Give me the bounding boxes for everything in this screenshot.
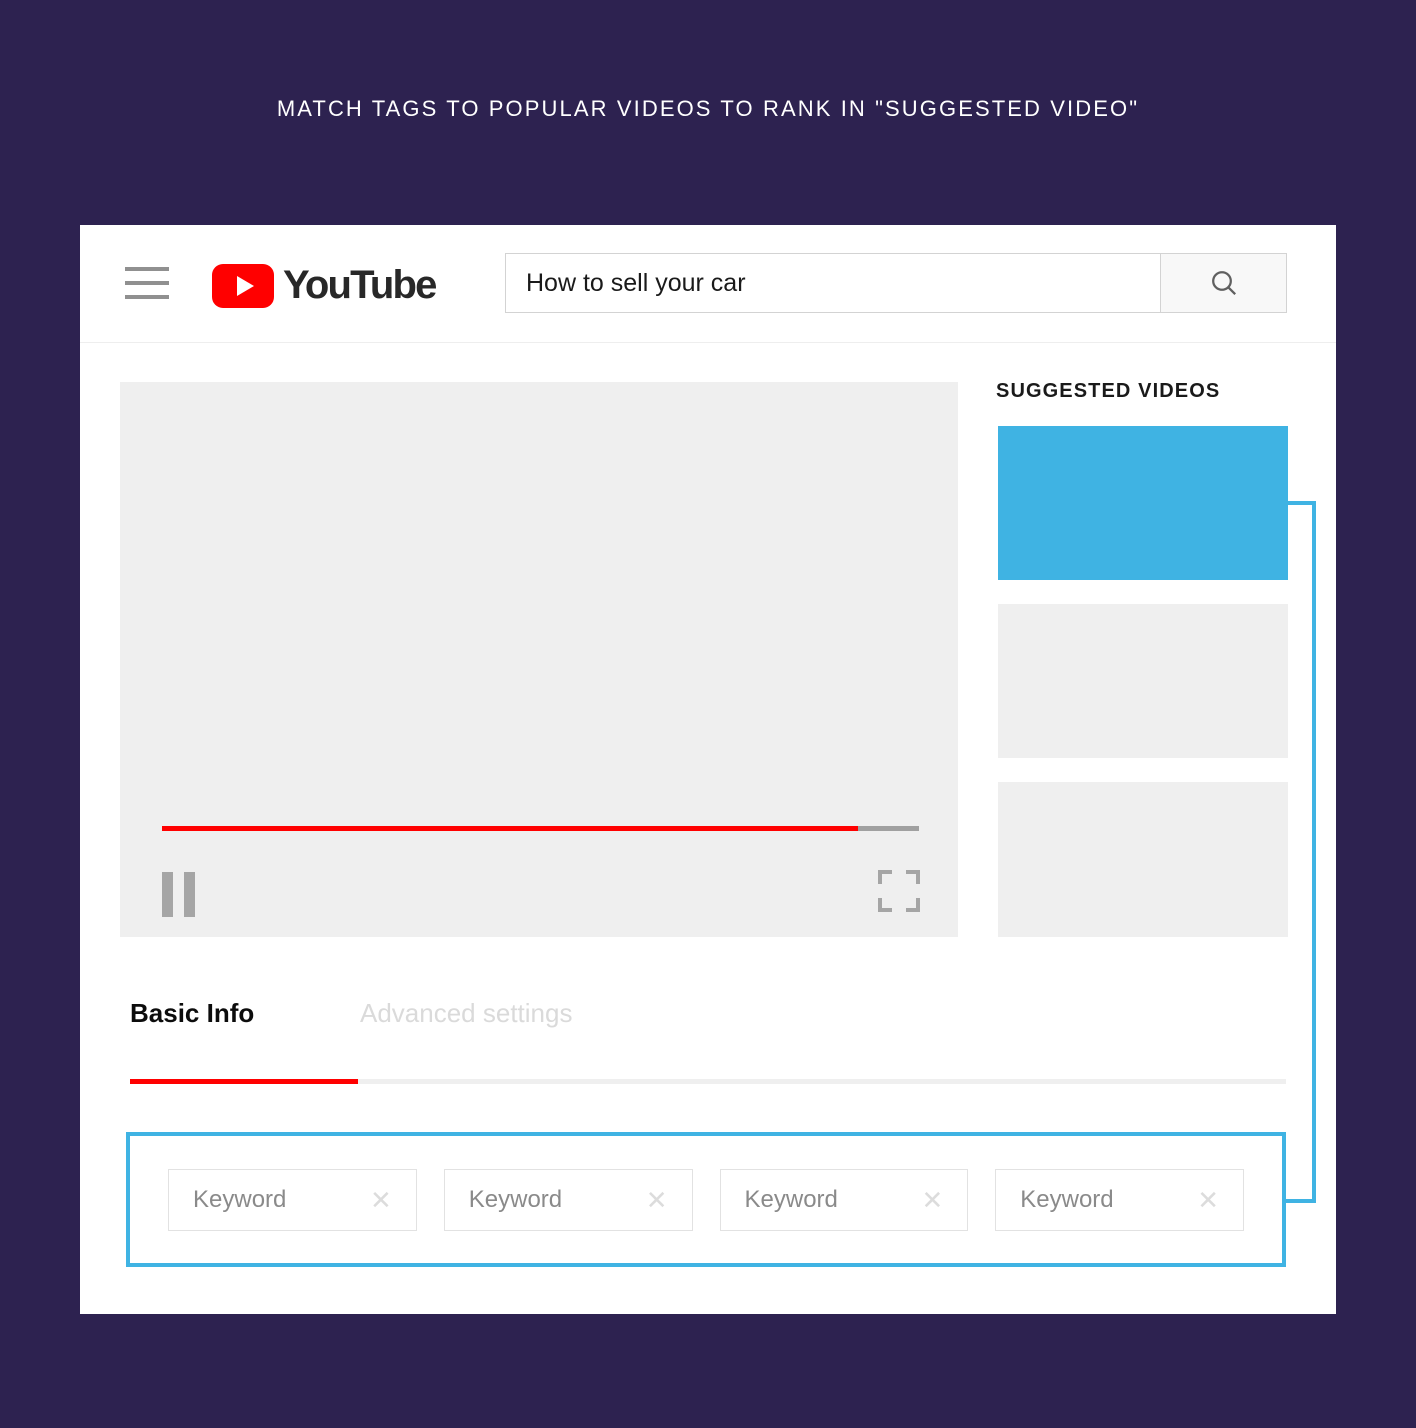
keyword-chip-label: Keyword: [1020, 1185, 1114, 1213]
close-icon[interactable]: ✕: [921, 1187, 943, 1213]
suggested-video-thumbnail[interactable]: [998, 782, 1288, 937]
tab-basic-info[interactable]: Basic Info: [130, 998, 360, 1079]
keyword-chip-label: Keyword: [193, 1185, 287, 1213]
suggested-videos-heading: SUGGESTED VIDEOS: [996, 380, 1221, 402]
youtube-play-icon: [212, 263, 274, 308]
progress-bar-fill: [162, 826, 859, 831]
keyword-chip[interactable]: Keyword ✕: [443, 1168, 693, 1231]
keyword-chip[interactable]: Keyword ✕: [995, 1168, 1244, 1231]
close-icon[interactable]: ✕: [370, 1187, 392, 1213]
app-window: YouTube SUGGESTED VIDEOS: [80, 225, 1336, 1314]
youtube-logo[interactable]: YouTube: [212, 263, 437, 308]
close-icon[interactable]: ✕: [646, 1187, 668, 1213]
tab-active-indicator: [130, 1079, 358, 1084]
keyword-chip[interactable]: Keyword ✕: [168, 1168, 417, 1231]
suggested-video-thumbnail[interactable]: [998, 604, 1288, 758]
fullscreen-corner: [906, 898, 920, 912]
close-icon[interactable]: ✕: [1197, 1187, 1219, 1213]
tab-divider: [130, 1079, 1286, 1084]
progress-bar[interactable]: [162, 826, 919, 831]
search-button[interactable]: [1160, 253, 1287, 313]
page-title: MATCH TAGS TO POPULAR VIDEOS TO RANK IN …: [276, 96, 1140, 121]
youtube-header: YouTube: [80, 225, 1336, 343]
hamburger-bar: [125, 267, 169, 271]
fullscreen-corner: [878, 870, 892, 884]
tab-advanced-settings[interactable]: Advanced settings: [360, 998, 572, 1079]
fullscreen-icon[interactable]: [878, 870, 920, 912]
tab-bar: Basic Info Advanced settings: [130, 998, 1286, 1084]
search-bar: [505, 253, 1287, 313]
search-input[interactable]: [505, 253, 1160, 313]
fullscreen-corner: [878, 898, 892, 912]
keyword-tags-group: Keyword ✕ Keyword ✕ Keyword ✕ Keyword ✕: [126, 1132, 1286, 1267]
hamburger-menu-icon[interactable]: [125, 267, 169, 299]
pause-bar: [162, 872, 173, 917]
keyword-chip[interactable]: Keyword ✕: [719, 1168, 969, 1231]
suggested-video-thumbnail-highlighted[interactable]: [998, 426, 1288, 580]
keyword-chip-label: Keyword: [468, 1185, 563, 1213]
hamburger-bar: [125, 281, 169, 285]
fullscreen-corner: [906, 870, 920, 884]
video-player[interactable]: [120, 382, 958, 937]
search-icon: [1211, 271, 1236, 296]
pause-bar: [184, 872, 195, 917]
keyword-chip-label: Keyword: [744, 1185, 838, 1213]
youtube-wordmark: YouTube: [283, 263, 437, 307]
hamburger-bar: [125, 295, 169, 299]
pause-icon[interactable]: [162, 872, 202, 917]
play-triangle: [236, 275, 254, 296]
